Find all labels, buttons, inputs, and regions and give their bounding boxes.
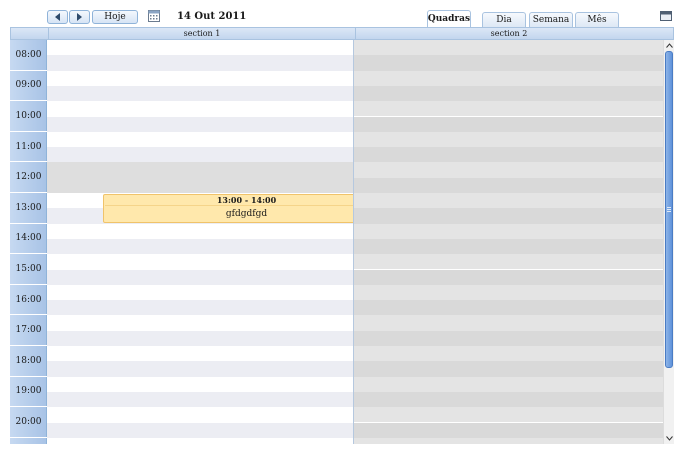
section-1-column[interactable]: 13:00 - 14:00 gfdgdfgd <box>47 40 354 444</box>
time-slot[interactable] <box>354 376 663 392</box>
minimize-icon[interactable] <box>660 11 672 21</box>
vertical-scrollbar[interactable] <box>663 40 674 444</box>
time-slot[interactable] <box>47 116 353 132</box>
hour-label: 09:00 <box>10 71 47 102</box>
hour-label: 08:00 <box>10 40 47 71</box>
time-slot[interactable] <box>47 330 353 346</box>
hour-label: 14:00 <box>10 224 47 255</box>
time-slot[interactable] <box>47 376 353 392</box>
time-slot[interactable] <box>47 269 353 285</box>
hour-label: 17:00 <box>10 315 47 346</box>
time-slot[interactable] <box>354 193 663 209</box>
time-slot[interactable] <box>354 284 663 301</box>
event-block[interactable]: 13:00 - 14:00 gfdgdfgd <box>103 194 353 223</box>
time-slot[interactable] <box>354 346 663 362</box>
time-slot[interactable] <box>354 254 663 270</box>
previous-button[interactable] <box>47 10 68 24</box>
time-slot[interactable] <box>47 70 353 86</box>
hour-label: 20:00 <box>10 407 47 438</box>
next-button[interactable] <box>69 10 90 24</box>
current-date-label: 14 Out 2011 <box>177 11 247 22</box>
time-slot[interactable] <box>354 177 663 193</box>
time-slot[interactable] <box>354 101 663 117</box>
schedule-grid: 08:00 09:00 10:00 11:00 12:00 13:00 14:00 15:00… <box>10 40 663 444</box>
time-slot[interactable] <box>354 147 663 163</box>
scroll-up-button[interactable] <box>664 40 674 51</box>
time-slot[interactable] <box>47 346 353 362</box>
time-slot[interactable] <box>354 70 663 86</box>
time-slot[interactable] <box>47 55 353 71</box>
time-slot[interactable] <box>354 315 663 331</box>
time-slot[interactable] <box>47 238 353 255</box>
time-slot[interactable] <box>354 422 663 438</box>
time-slot[interactable] <box>354 437 663 444</box>
time-slot[interactable] <box>47 177 353 193</box>
time-slot[interactable] <box>47 254 353 270</box>
scroll-down-button[interactable] <box>664 433 674 444</box>
time-slot[interactable] <box>47 284 353 301</box>
time-slot[interactable] <box>354 85 663 102</box>
hour-label: 16:00 <box>10 285 47 316</box>
time-slot[interactable] <box>47 131 353 148</box>
time-slot[interactable] <box>47 361 353 377</box>
time-slot[interactable] <box>47 223 353 239</box>
time-slot[interactable] <box>354 208 663 224</box>
chevron-down-icon <box>665 436 673 441</box>
hour-label: 10:00 <box>10 101 47 132</box>
time-slot[interactable] <box>354 300 663 316</box>
time-slot[interactable] <box>354 131 663 148</box>
time-slot[interactable] <box>354 407 663 423</box>
time-slot[interactable] <box>47 422 353 438</box>
scrollbar-thumb[interactable] <box>665 51 673 368</box>
time-slot[interactable] <box>47 147 353 163</box>
hour-label: 18:00 <box>10 346 47 377</box>
tab-quadras[interactable]: Quadras <box>427 10 471 27</box>
event-text: gfdgdfgd <box>225 209 268 219</box>
time-slot[interactable] <box>354 361 663 377</box>
hour-label: 15:00 <box>10 254 47 285</box>
tab-dia[interactable]: Dia <box>482 12 526 27</box>
time-slot[interactable] <box>354 55 663 71</box>
time-slot[interactable] <box>47 315 353 331</box>
chevron-up-icon <box>665 43 673 48</box>
time-slot[interactable] <box>47 85 353 102</box>
time-slot[interactable] <box>47 391 353 408</box>
section-2-column[interactable] <box>354 40 663 444</box>
time-slot[interactable] <box>354 238 663 255</box>
time-slot[interactable] <box>47 162 353 178</box>
time-slot[interactable] <box>47 437 353 444</box>
hour-label: 19:00 <box>10 377 47 408</box>
time-slot[interactable] <box>354 162 663 178</box>
time-slot[interactable] <box>354 330 663 346</box>
hour-label: 11:00 <box>10 132 47 163</box>
time-slot[interactable] <box>354 269 663 285</box>
hour-label: 12:00 <box>10 162 47 193</box>
time-column: 08:00 09:00 10:00 11:00 12:00 13:00 14:00 15:00… <box>10 40 47 444</box>
time-slot[interactable] <box>354 40 663 56</box>
time-slot[interactable] <box>354 116 663 132</box>
hour-label: 13:00 <box>10 193 47 224</box>
tab-semana[interactable]: Semana <box>529 12 573 27</box>
time-slot[interactable] <box>354 223 663 239</box>
time-slot[interactable] <box>47 300 353 316</box>
section-header-row: section 1 section 2 <box>10 27 674 40</box>
time-slot[interactable] <box>47 101 353 117</box>
time-slot[interactable] <box>47 40 353 56</box>
section-2-header: section 2 <box>355 28 662 39</box>
grip-icon <box>667 207 671 212</box>
time-slot[interactable] <box>354 391 663 408</box>
calendar-icon[interactable] <box>148 10 160 22</box>
section-1-header: section 1 <box>48 28 355 39</box>
calendar-toolbar: Hoje 14 Out 2011 Quadras Dia Semana Mês <box>0 0 690 27</box>
arrow-left-icon <box>55 13 60 21</box>
time-slot[interactable] <box>47 407 353 423</box>
today-button[interactable]: Hoje <box>92 10 138 24</box>
event-time: 13:00 - 14:00 <box>105 195 353 206</box>
arrow-right-icon <box>77 13 82 21</box>
tab-mes[interactable]: Mês <box>575 12 619 27</box>
